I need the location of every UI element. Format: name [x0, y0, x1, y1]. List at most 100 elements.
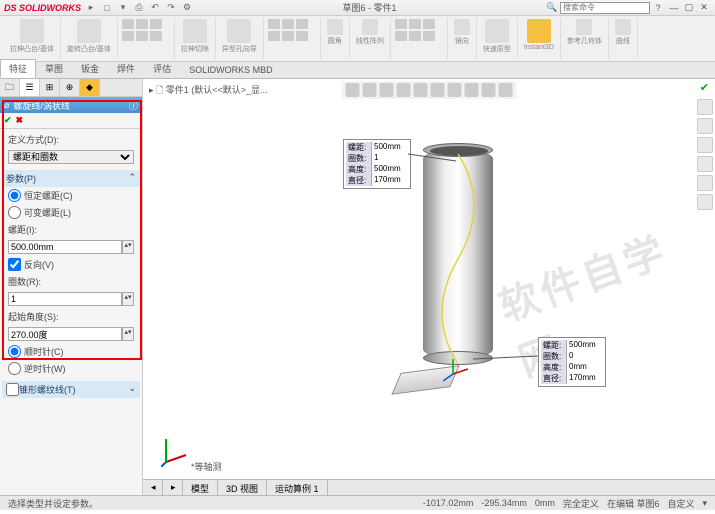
- display-tab[interactable]: ◆: [80, 79, 100, 96]
- tab-weldment[interactable]: 焊件: [108, 59, 144, 78]
- view-orientation-label: *等轴测: [191, 460, 222, 473]
- appearance-icon[interactable]: [465, 83, 479, 97]
- undo-icon[interactable]: ↶: [149, 2, 161, 14]
- pm-ok-button[interactable]: ✔: [4, 115, 12, 126]
- revolutions-input[interactable]: [8, 292, 122, 306]
- file-explorer-tab-icon[interactable]: [697, 137, 713, 153]
- pm-confirm-row: ✔ ✖: [0, 113, 142, 129]
- extrude-cut-button[interactable]: 拉伸切除: [178, 18, 212, 55]
- property-manager-panel: 🗀 ☰ ⊞ ⊕ ◆ ⌀螺旋线/涡状线 ⓘ ✔ ✖ 定义方式(D): 螺距和圈数 …: [0, 79, 143, 495]
- property-manager-tab[interactable]: ☰: [20, 79, 40, 96]
- view-palette-tab-icon[interactable]: [697, 156, 713, 172]
- extrude-boss-button[interactable]: 拉伸凸台/基体: [7, 18, 57, 55]
- rev-spin[interactable]: ▴▾: [122, 292, 134, 306]
- display-style-icon[interactable]: [431, 83, 445, 97]
- quick-prototype-button[interactable]: 快速原型: [480, 18, 514, 55]
- ref-geometry-button[interactable]: 参考几何体: [564, 18, 605, 47]
- search-icon[interactable]: 🔍: [546, 2, 558, 14]
- reverse-checkbox[interactable]: [8, 258, 21, 271]
- zoom-area-icon[interactable]: [363, 83, 377, 97]
- status-coord-y: -295.34mm: [481, 498, 527, 508]
- cut-group[interactable]: [267, 18, 317, 42]
- new-icon[interactable]: ▸: [85, 2, 97, 14]
- custom-props-tab-icon[interactable]: [697, 194, 713, 210]
- help-icon[interactable]: ?: [652, 2, 664, 14]
- config-tab[interactable]: ⊞: [40, 79, 60, 96]
- status-custom: 自定义: [667, 497, 694, 510]
- var-pitch-radio[interactable]: [8, 206, 21, 219]
- resources-tab-icon[interactable]: [697, 99, 713, 115]
- params-section-header[interactable]: 参数(P)⌃: [2, 170, 140, 187]
- window-title: 草图6 - 零件1: [195, 1, 544, 14]
- appearances-tab-icon[interactable]: [697, 175, 713, 191]
- ccw-radio[interactable]: [8, 362, 21, 375]
- print-icon[interactable]: ⎙: [133, 2, 145, 14]
- tab-nav-left[interactable]: ◂: [143, 480, 163, 495]
- tab-3dview[interactable]: 3D 视图: [218, 480, 267, 495]
- revolutions-label: 圈数(R):: [2, 273, 140, 290]
- angle-spin[interactable]: ▴▾: [122, 327, 134, 341]
- pitch-spin[interactable]: ▴▾: [122, 240, 134, 254]
- design-lib-tab-icon[interactable]: [697, 118, 713, 134]
- dim-tab[interactable]: ⊕: [60, 79, 80, 96]
- pm-title: ⌀螺旋线/涡状线 ⓘ: [0, 97, 142, 113]
- pitch-label: 螺距(I):: [2, 221, 140, 238]
- clockwise-radio[interactable]: [8, 345, 21, 358]
- minimize-button[interactable]: —: [667, 2, 681, 14]
- fillet-button[interactable]: 圆角: [324, 18, 346, 47]
- redo-icon[interactable]: ↷: [165, 2, 177, 14]
- options-icon[interactable]: ⚙: [181, 2, 193, 14]
- leader-line-top: [408, 149, 458, 169]
- pitch-input[interactable]: [8, 240, 122, 254]
- maximize-button[interactable]: ▢: [682, 2, 696, 14]
- model-cylinder: [423, 149, 493, 359]
- sweep-loft-group[interactable]: [121, 18, 171, 42]
- status-editing: 在编辑 草图6: [607, 497, 660, 510]
- prev-view-icon[interactable]: [380, 83, 394, 97]
- search-input[interactable]: [560, 2, 650, 14]
- hole-wizard-button[interactable]: 异型孔向导: [219, 18, 260, 55]
- tab-sheetmetal[interactable]: 钣金: [72, 59, 108, 78]
- mirror-button[interactable]: 镜向: [451, 18, 473, 47]
- scene-icon[interactable]: [482, 83, 496, 97]
- curves-button[interactable]: 曲线: [612, 18, 634, 47]
- tab-motion[interactable]: 运动算例 1: [267, 480, 328, 495]
- graphics-viewport[interactable]: ▸ 🗋 零件1 (默认<<默认>_显... ✔ 软件自学网: [143, 79, 715, 495]
- view-triad: [161, 437, 191, 467]
- sketch-confirm-icon[interactable]: ✔: [700, 81, 709, 94]
- revolve-boss-button[interactable]: 旋转凸台/基体: [64, 18, 114, 55]
- task-pane-tabs: [697, 99, 713, 210]
- tab-evaluate[interactable]: 评估: [144, 59, 180, 78]
- tab-nav-right[interactable]: ▸: [163, 480, 183, 495]
- helix-callout-top[interactable]: 螺距:500mm 圈数:1 高度:500mm 直径:170mm: [343, 139, 411, 189]
- tab-sketch[interactable]: 草图: [36, 59, 72, 78]
- helix-callout-bottom[interactable]: 螺距:500mm 圈数:0 高度:0mm 直径:170mm: [538, 337, 606, 387]
- start-angle-input[interactable]: [8, 327, 122, 341]
- section-view-icon[interactable]: [397, 83, 411, 97]
- view-setting-icon[interactable]: [499, 83, 513, 97]
- breadcrumb[interactable]: ▸ 🗋 零件1 (默认<<默认>_显...: [149, 83, 268, 99]
- tab-mbd[interactable]: SOLIDWORKS MBD: [180, 62, 282, 78]
- open-icon[interactable]: □: [101, 2, 113, 14]
- hide-show-icon[interactable]: [448, 83, 462, 97]
- view-toolbar: [342, 81, 517, 99]
- zoom-fit-icon[interactable]: [346, 83, 360, 97]
- pm-cancel-button[interactable]: ✖: [16, 115, 24, 126]
- status-gear-icon[interactable]: ▾: [702, 498, 707, 509]
- linear-pattern-button[interactable]: 线性阵列: [353, 18, 387, 47]
- definition-select[interactable]: 螺距和圈数: [8, 150, 134, 164]
- taper-section-header[interactable]: 锥形螺纹线(T)⌄: [2, 381, 140, 398]
- view-orient-icon[interactable]: [414, 83, 428, 97]
- tab-model[interactable]: 模型: [183, 480, 218, 495]
- feature-tree-tab[interactable]: 🗀: [0, 79, 20, 96]
- rib-draft-shell-group[interactable]: [394, 18, 444, 42]
- titlebar: DS SOLIDWORKS ▸ □ ▾ ⎙ ↶ ↷ ⚙ 草图6 - 零件1 🔍 …: [0, 0, 715, 16]
- definition-label: 定义方式(D):: [2, 131, 140, 148]
- taper-checkbox[interactable]: [6, 383, 19, 396]
- save-icon[interactable]: ▾: [117, 2, 129, 14]
- close-button[interactable]: ✕: [697, 2, 711, 14]
- const-pitch-radio[interactable]: [8, 189, 21, 202]
- tab-features[interactable]: 特征: [0, 59, 36, 78]
- solidworks-logo: DS SOLIDWORKS: [4, 3, 81, 13]
- instant3d-button[interactable]: Instant3D: [521, 18, 557, 52]
